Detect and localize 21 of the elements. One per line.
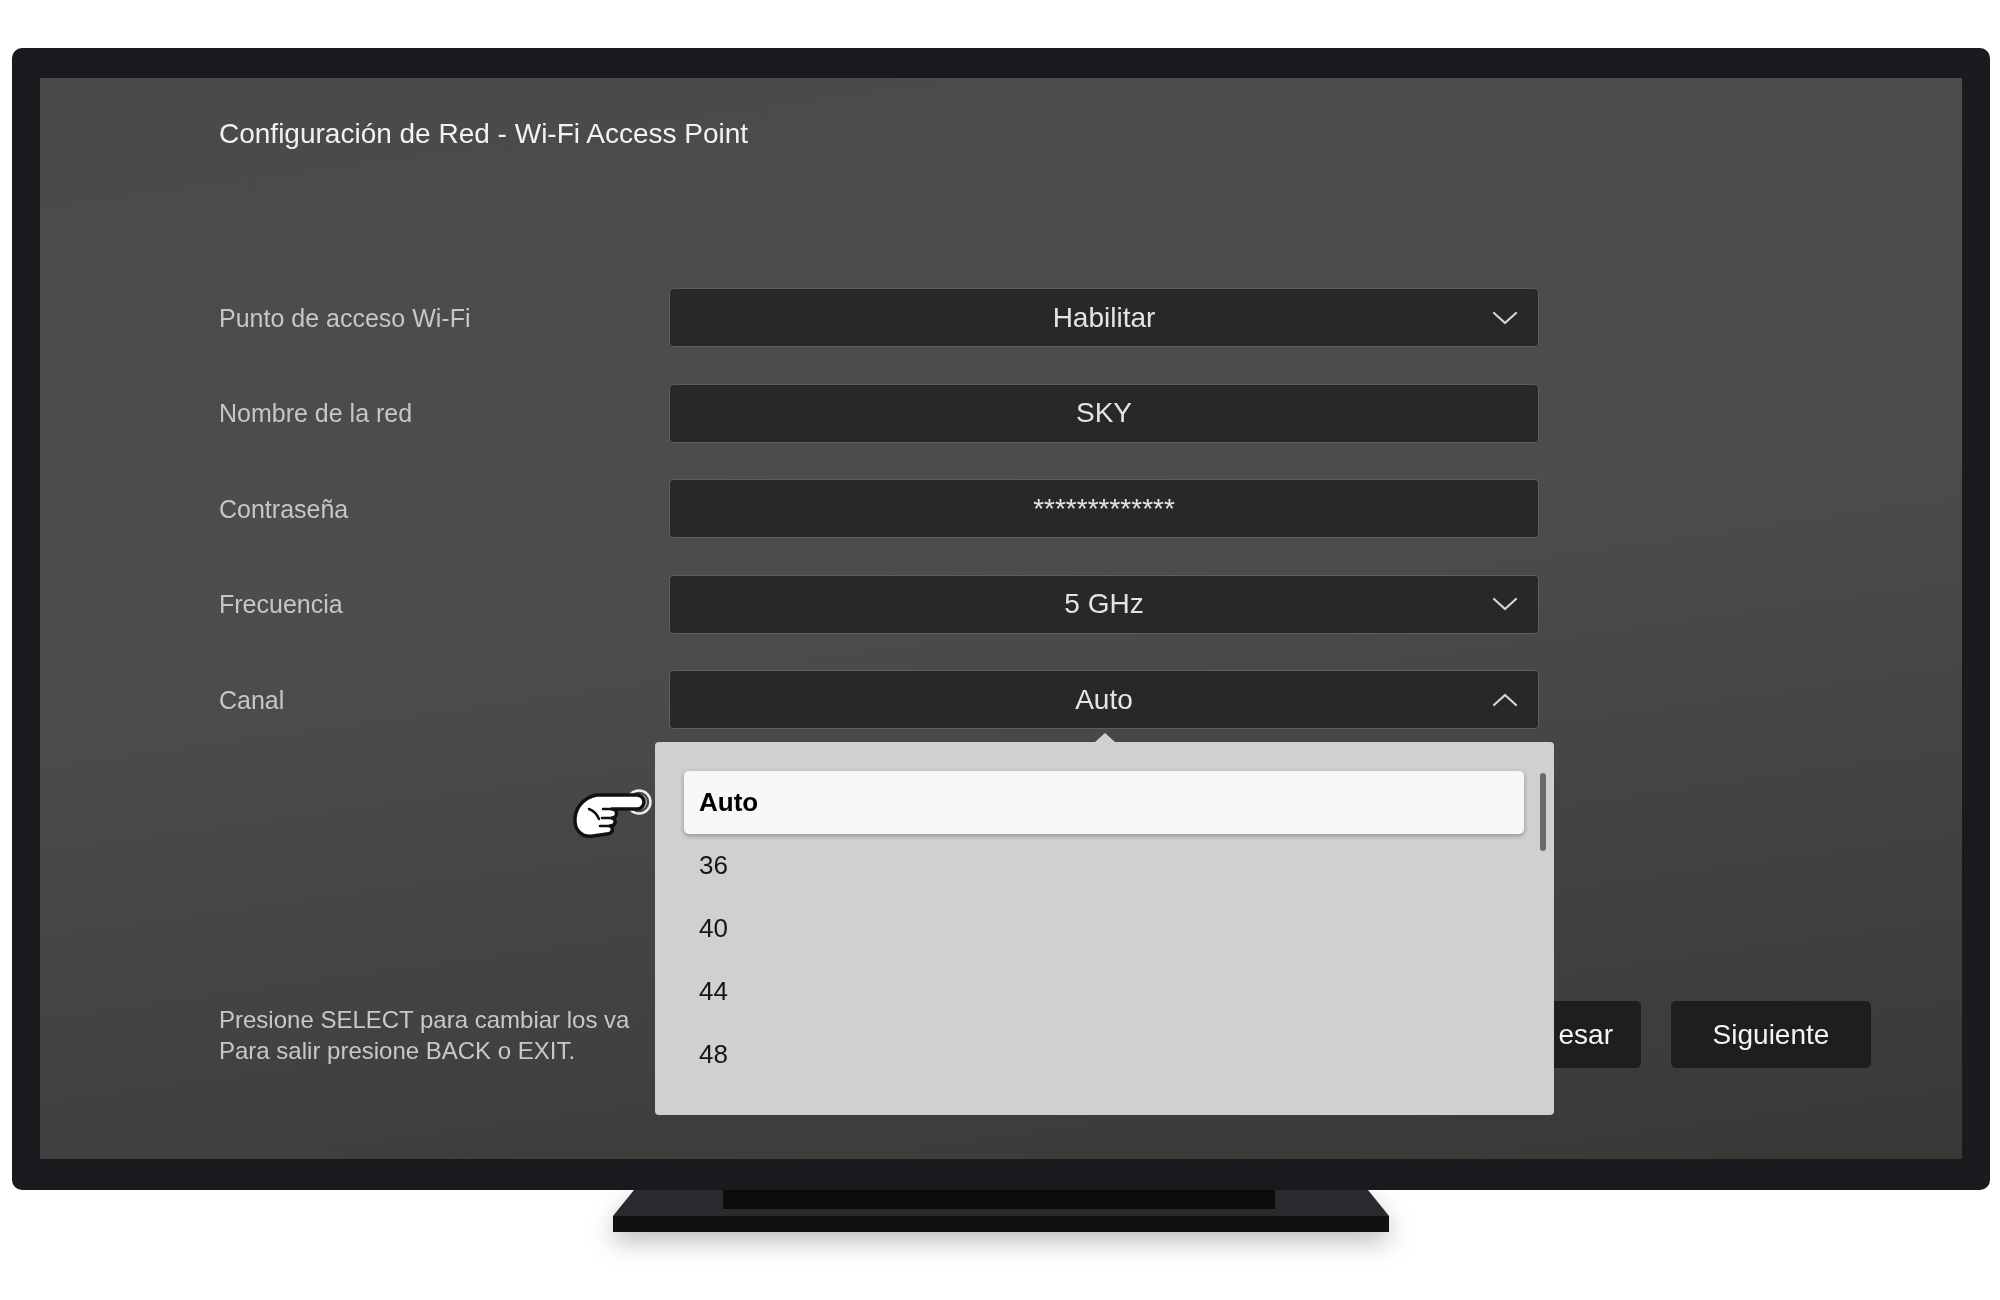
- dropdown-option[interactable]: 44: [684, 959, 1524, 1023]
- back-button[interactable]: esar: [1554, 1001, 1641, 1068]
- dropdown-option[interactable]: 48: [684, 1022, 1524, 1086]
- dropdown-field[interactable]: Auto: [669, 670, 1539, 729]
- field-label: Punto de acceso Wi-Fi: [219, 302, 471, 333]
- page-title: Configuración de Red - Wi-Fi Access Point: [219, 117, 749, 151]
- text-field[interactable]: *************: [669, 479, 1539, 538]
- dropdown-option[interactable]: 40: [684, 896, 1524, 960]
- dropdown-option[interactable]: 36: [684, 833, 1524, 897]
- field-label: Contraseña: [219, 493, 349, 524]
- field-label: Nombre de la red: [219, 398, 413, 428]
- field-label: Canal: [219, 684, 285, 715]
- dropdown-field[interactable]: Habilitar: [669, 288, 1539, 347]
- text-field[interactable]: SKY: [669, 383, 1539, 443]
- help-text: Presione SELECT para cambiar los va: [219, 1004, 630, 1035]
- help-text: Para salir presione BACK o EXIT.: [219, 1035, 576, 1066]
- dropdown-field[interactable]: 5 GHz: [669, 574, 1539, 634]
- field-label: Frecuencia: [219, 589, 343, 619]
- next-button[interactable]: Siguiente: [1671, 1001, 1871, 1068]
- dropdown-option[interactable]: Auto: [684, 770, 1524, 834]
- scrollbar[interactable]: [1540, 772, 1546, 851]
